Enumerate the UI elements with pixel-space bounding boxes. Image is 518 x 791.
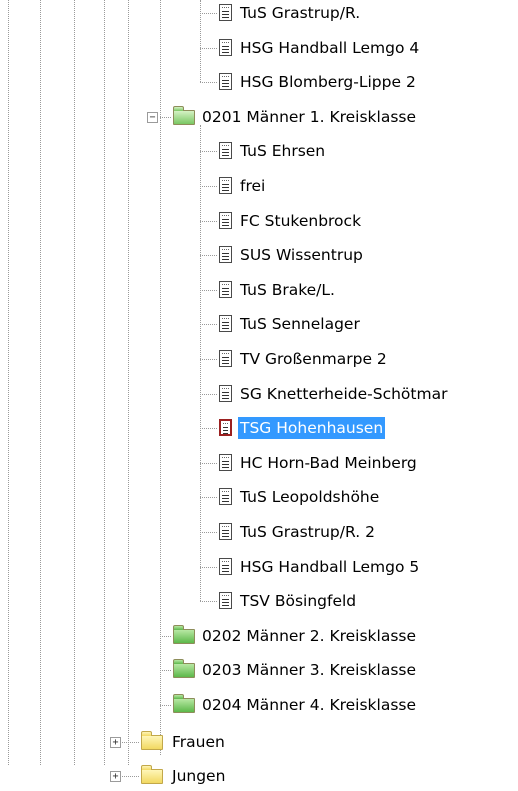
tree-item-label: 0204 Männer 4. Kreisklasse — [202, 696, 417, 714]
tree-connector-line — [200, 289, 217, 291]
tree-connector-line — [160, 670, 171, 672]
tree-connector-line — [200, 47, 217, 49]
tree-connector-line — [160, 0, 161, 755]
tree-item-label: SUS Wissentrup — [240, 246, 363, 265]
tree-connector-line — [160, 635, 171, 637]
tree-connector-line — [200, 601, 217, 603]
tree-item-label: TV Großenmarpe 2 — [240, 350, 387, 368]
tree-connector-line — [160, 705, 171, 706]
document-icon — [219, 453, 232, 471]
tree-item-label: 0203 Männer 3. Kreisklasse — [202, 661, 417, 680]
folder-icon — [173, 624, 195, 644]
document-icon — [219, 280, 232, 298]
tree-item-label: FC Stukenbrock — [240, 211, 362, 230]
tree-item-label: TuS Leopoldshöhe — [240, 488, 380, 507]
tree-item-label: SG Knetterheide-Schötmar — [240, 384, 448, 403]
tree-item-label: TSG Hohenhausen — [238, 417, 386, 440]
tree-connector-line — [200, 462, 217, 464]
folder-icon — [141, 730, 163, 750]
tree-item-label: HSG Blomberg-Lippe 2 — [240, 73, 416, 92]
document-icon — [219, 488, 232, 506]
document-icon — [219, 315, 232, 333]
document-icon — [219, 246, 232, 264]
folder-icon — [173, 694, 195, 713]
document-icon — [219, 211, 232, 229]
document-icon — [219, 177, 232, 194]
tree-connector-line — [200, 324, 217, 326]
tree-connector-line — [200, 359, 217, 360]
tree-item-label: TuS Brake/L. — [240, 280, 335, 299]
tree-connector-line — [120, 776, 139, 778]
tree-connector-line — [200, 13, 217, 14]
tree-item-label: TSV Bösingfeld — [240, 592, 357, 611]
tree-connector-line — [8, 0, 9, 765]
expand-collapse-toggle[interactable]: + — [110, 736, 121, 748]
tree-item-label: frei — [240, 177, 266, 195]
document-icon — [219, 557, 232, 575]
tree-connector-line — [120, 741, 139, 743]
tree-connector-line — [200, 82, 217, 84]
document-icon — [219, 4, 232, 21]
document-icon — [219, 419, 232, 437]
tree-item-label: TuS Grastrup/R. — [240, 4, 361, 22]
tree-connector-line — [200, 566, 217, 568]
tree-item-label: Jungen — [172, 767, 226, 786]
tree-connector-line — [200, 393, 217, 395]
tree-item-label: 0201 Männer 1. Kreisklasse — [202, 107, 417, 126]
folder-icon — [141, 765, 163, 785]
tree-connector-line — [160, 116, 171, 118]
tree-connector-line — [200, 497, 217, 499]
tree-connector-line — [200, 124, 201, 602]
expand-collapse-toggle[interactable]: + — [110, 771, 121, 783]
document-icon — [219, 592, 232, 610]
tree-connector-line — [200, 220, 217, 222]
folder-icon — [173, 659, 195, 679]
tree-connector-line — [200, 151, 217, 153]
tree-item-label: TuS Grastrup/R. 2 — [240, 523, 375, 541]
document-icon — [219, 523, 232, 540]
tree-item-label: HC Horn-Bad Meinberg — [240, 453, 417, 472]
tree-connector-line — [104, 0, 105, 765]
expand-collapse-toggle[interactable]: − — [147, 111, 158, 123]
tree-item-label: TuS Ehrsen — [240, 142, 326, 161]
document-icon — [219, 142, 232, 160]
document-icon — [219, 38, 232, 56]
tree-connector-line — [200, 186, 217, 187]
tree-connector-line — [200, 532, 217, 533]
document-icon — [219, 73, 232, 91]
tree-item-label: Frauen — [172, 732, 225, 751]
tree-connector-line — [74, 0, 75, 765]
folder-icon — [173, 105, 195, 125]
tree-item-label: HSG Handball Lemgo 5 — [240, 557, 420, 576]
tree-connector-line — [200, 255, 217, 257]
tree-connector-line — [128, 0, 129, 765]
tree-item-label: HSG Handball Lemgo 4 — [240, 38, 420, 57]
document-icon — [219, 350, 232, 367]
tree-item-label: TuS Sennelager — [240, 315, 360, 334]
document-icon — [219, 384, 232, 402]
tree-connector-line — [40, 0, 41, 765]
tree-item-label: 0202 Männer 2. Kreisklasse — [202, 626, 417, 645]
tree-connector-line — [200, 428, 217, 430]
tree-connector-line — [200, 0, 201, 83]
